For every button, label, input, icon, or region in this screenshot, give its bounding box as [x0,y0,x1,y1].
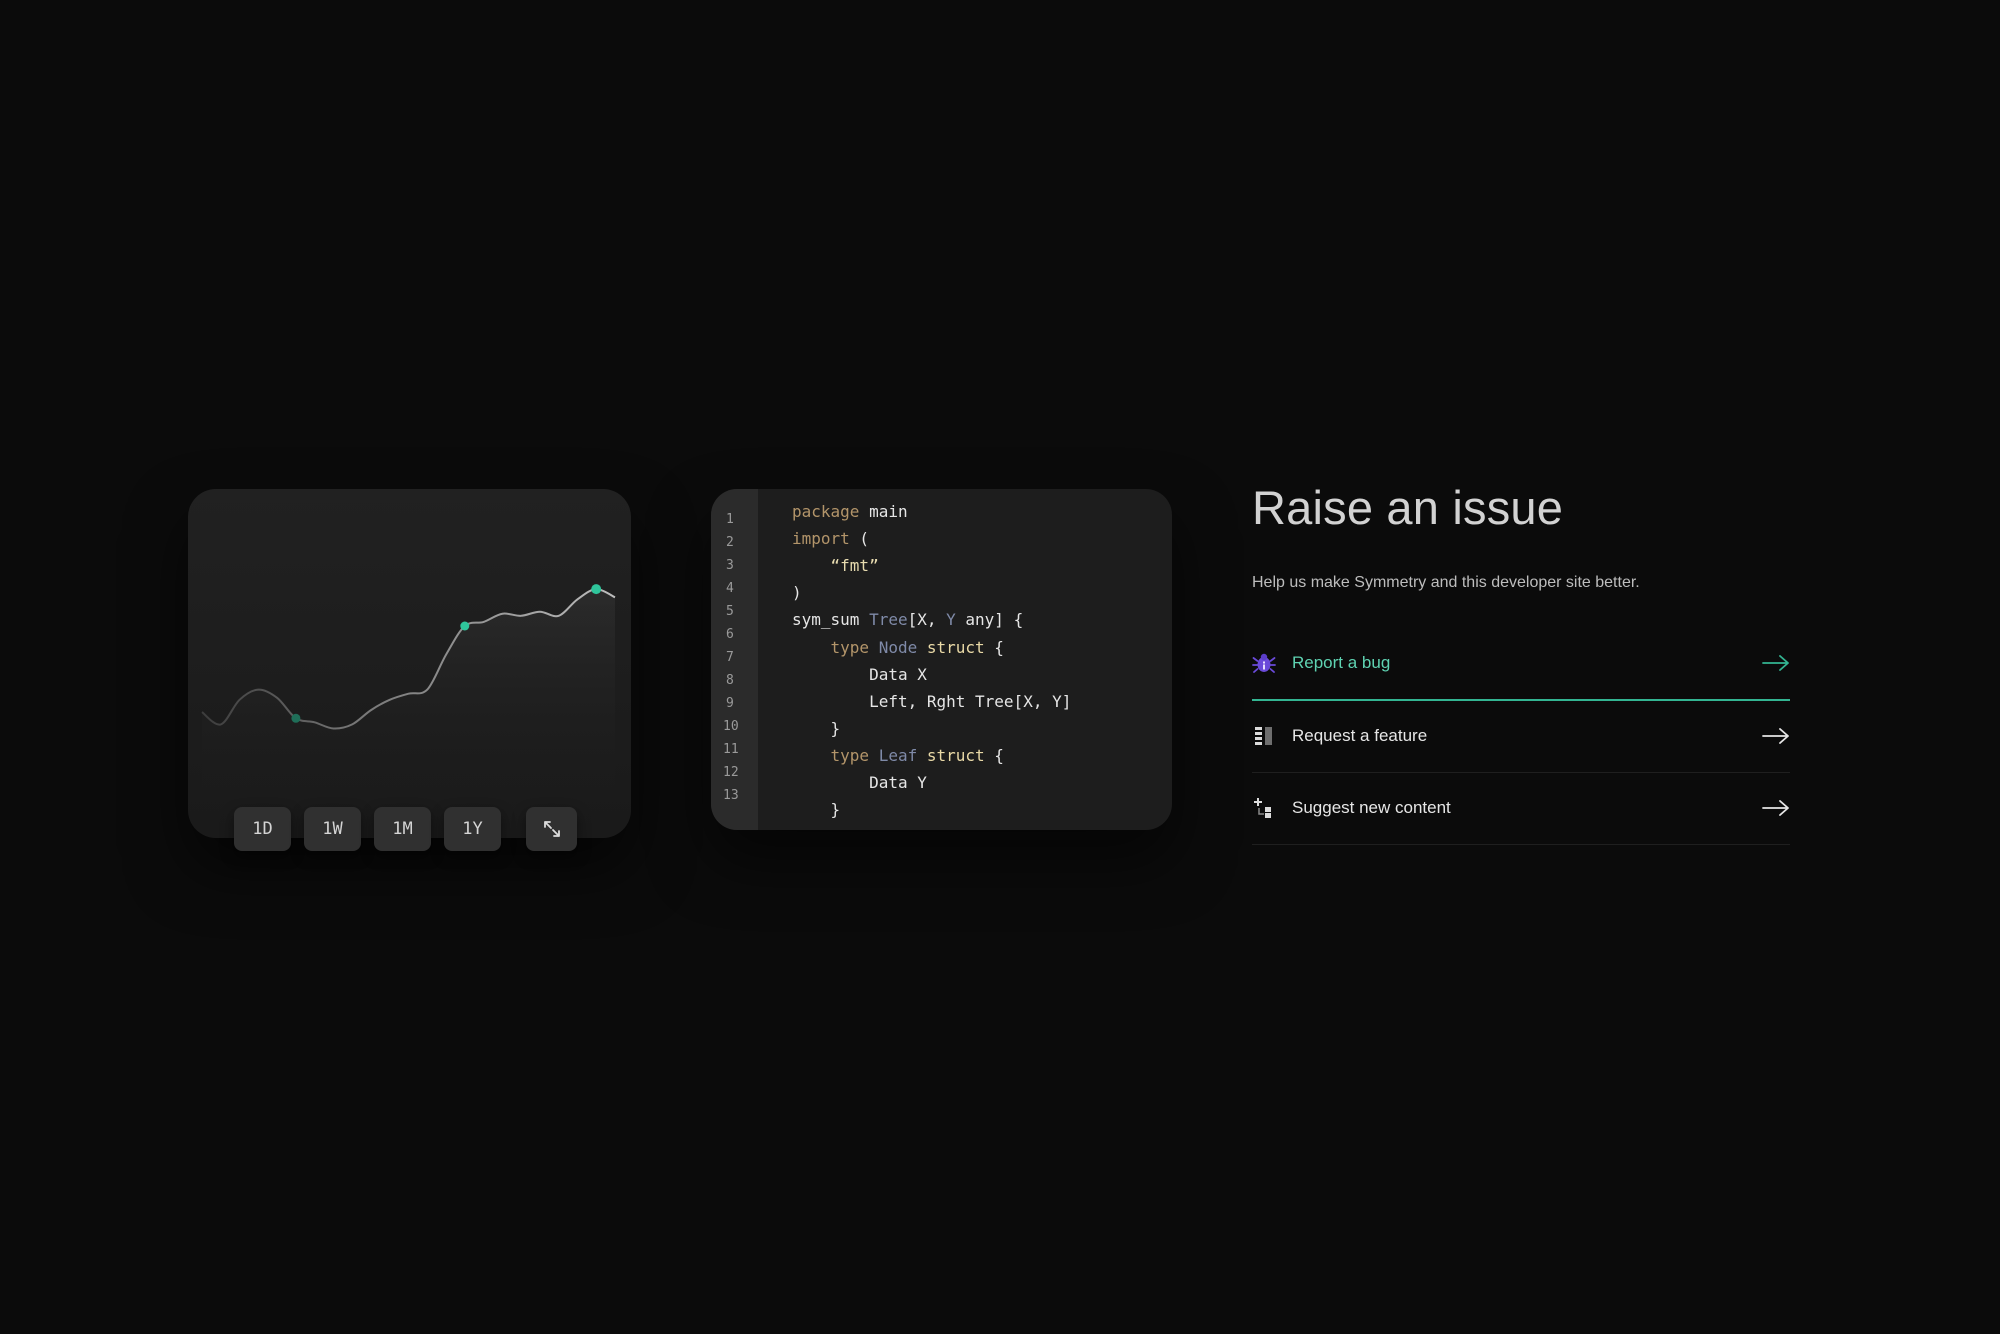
code-line: type Node struct { [830,637,1004,657]
line-number: 8 [726,673,734,688]
line-number: 10 [723,719,739,734]
request-feature-link[interactable]: Request a feature [1252,700,1790,773]
request-feature-label: Request a feature [1292,726,1428,745]
line-number: 4 [726,581,734,596]
chart-card: 1D 1W 1M 1Y [188,489,631,851]
expand-arrows-icon [543,821,560,837]
raise-issue-panel: Raise an issue Help us make Symmetry and… [1252,480,1792,845]
chart-point-low [291,713,301,723]
arrow-right-icon [1762,726,1790,746]
code-line: “fmt” [830,556,879,576]
code-line: } [792,800,841,820]
chart-point-mid [460,621,470,631]
code-line: Data X [792,664,927,684]
code-line: sym_sum Tree[X, Y any] { [792,610,1024,630]
arrow-right-icon [1762,653,1790,673]
line-number: 12 [723,765,739,780]
line-number: 9 [726,696,734,711]
line-number: 6 [726,627,734,642]
line-number: 2 [726,535,734,550]
range-button-1w[interactable]: 1W [304,807,361,851]
page-title: Raise an issue [1252,481,1564,534]
bug-icon [1252,651,1276,675]
suggest-content-label: Suggest new content [1292,798,1451,817]
range-button-1m[interactable]: 1M [374,807,431,851]
price-chart [201,584,616,809]
report-bug-label: Report a bug [1292,653,1391,672]
line-number: 1 [726,512,734,527]
code-line: } [792,718,841,738]
range-selector: 1D 1W 1M 1Y [234,807,577,851]
code-line: Data Y [792,773,927,792]
chart-area [202,589,615,809]
code-line: type Leaf struct { [830,745,1004,765]
range-button-1d[interactable]: 1D [234,807,291,851]
code-line: ) [792,583,802,603]
code-line: Left, Rght Tree[X, Y] [792,691,1072,711]
suggest-content-link[interactable]: Suggest new content [1252,772,1790,845]
report-bug-link[interactable]: Report a bug [1252,627,1790,701]
chart-point-high[interactable] [591,584,602,595]
line-number: 5 [726,604,734,619]
line-number: 11 [723,742,739,757]
code-card: 1 2 3 4 5 6 7 8 9 10 11 12 13 package main import ( “… [711,489,1172,830]
range-button-1y[interactable]: 1Y [444,807,501,851]
feature-list-icon [1252,724,1276,748]
line-number: 7 [726,650,734,665]
code-line: package main [792,502,908,521]
code-line: import ( [792,529,870,549]
line-number: 3 [726,558,734,573]
page-subtitle: Help us make Symmetry and this developer… [1252,574,1640,591]
expand-button[interactable] [526,807,577,851]
arrow-right-icon [1762,798,1790,818]
line-number: 13 [723,788,739,803]
add-content-icon [1252,796,1276,820]
